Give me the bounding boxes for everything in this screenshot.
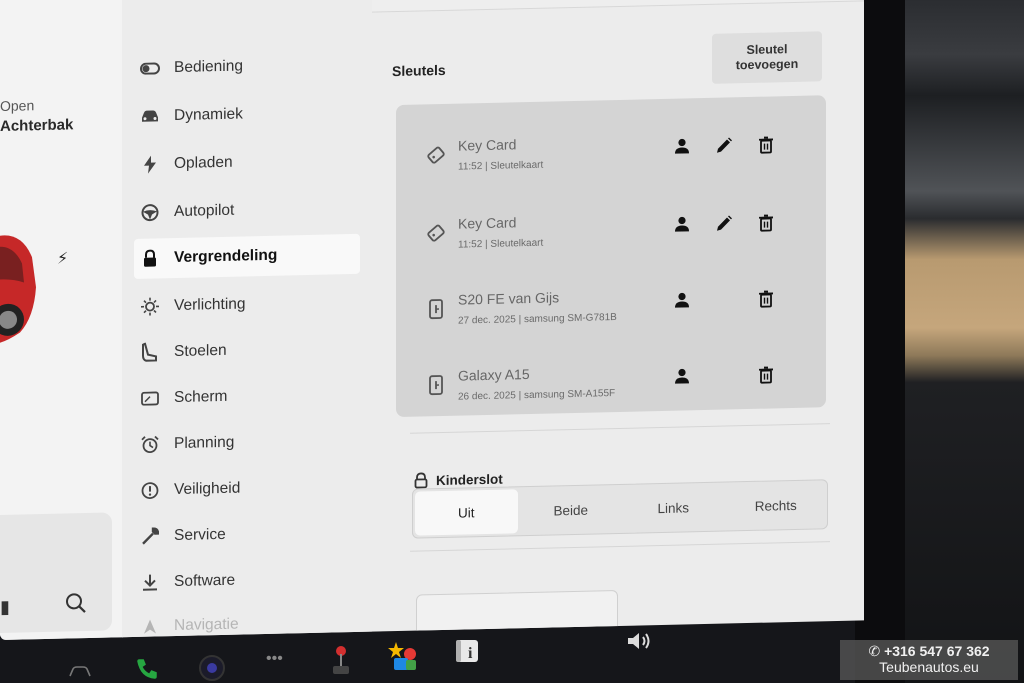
add-key-label-2: toevoegen — [735, 56, 799, 73]
dealer-site: Teubenautos.eu — [879, 659, 979, 675]
keys-list: Key Card 11:52 | Sleutelkaart Key Card 1… — [396, 95, 826, 418]
trash-icon[interactable] — [756, 364, 776, 384]
menu-item-scherm[interactable]: Scherm — [134, 374, 360, 419]
touchscreen: Open Achterbak ⚡ ▮ Bediening Dynamiek Op… — [0, 0, 864, 641]
car-image — [0, 235, 36, 344]
info-manual-icon[interactable]: i — [454, 638, 480, 664]
menu-label: Stoelen — [174, 341, 227, 361]
download-icon — [138, 570, 162, 595]
edit-pencil-icon[interactable] — [714, 135, 734, 155]
menu-label: Software — [174, 571, 236, 591]
user-icon[interactable] — [672, 136, 692, 156]
menu-label: Scherm — [174, 387, 228, 407]
lock-settings-content: Sleutels Sleutel toevoegen Key Card 11:5… — [380, 0, 850, 640]
menu-item-dynamiek[interactable]: Dynamiek — [134, 92, 360, 137]
child-lock-option-uit[interactable]: Uit — [415, 489, 518, 536]
key-row[interactable]: Key Card 11:52 | Sleutelkaart — [396, 117, 826, 191]
more-dots-icon[interactable]: ••• — [266, 650, 283, 668]
alert-circle-icon — [138, 478, 162, 503]
key-card-icon — [427, 224, 445, 242]
bolt-icon — [138, 152, 162, 177]
edit-pencil-icon[interactable] — [714, 213, 734, 233]
alarm-clock-icon — [138, 432, 162, 457]
section-divider — [410, 541, 830, 552]
charging-bolt-icon: ⚡ — [57, 250, 69, 268]
car-panel: Open Achterbak ⚡ ▮ — [0, 0, 123, 641]
key-card-icon — [427, 146, 445, 164]
menu-label: Service — [174, 525, 226, 545]
trash-icon[interactable] — [756, 134, 776, 154]
lock-icon — [138, 246, 162, 271]
phone-icon[interactable] — [134, 656, 160, 682]
menu-item-service[interactable]: Service — [134, 512, 360, 557]
taskbar: ••• i — [0, 612, 860, 683]
user-icon[interactable] — [672, 214, 692, 234]
menu-item-vergrendeling[interactable]: Vergrendeling — [134, 233, 360, 279]
menu-label: Vergrendeling — [174, 246, 278, 267]
menu-label: Dynamiek — [174, 105, 243, 125]
child-lock-label: Kinderslot — [436, 471, 503, 488]
menu-item-stoelen[interactable]: Stoelen — [134, 328, 360, 373]
key-name: Key Card — [458, 214, 517, 232]
phone-key-icon — [429, 299, 443, 320]
menu-label: Bediening — [174, 57, 243, 77]
menu-item-planning[interactable]: Planning — [134, 420, 360, 465]
menu-label: Verlichting — [174, 295, 246, 315]
dealer-phone: +316 547 67 362 — [884, 643, 990, 659]
key-row[interactable]: Galaxy A15 26 dec. 2025 | samsung SM-A15… — [396, 347, 826, 421]
settings-menu: Bediening Dynamiek Opladen Autopilot Ver… — [122, 0, 372, 641]
trash-icon[interactable] — [756, 212, 776, 232]
toggle-icon — [138, 56, 162, 81]
add-key-label-1: Sleutel — [746, 42, 788, 58]
keys-section-title: Sleutels — [392, 61, 446, 80]
lock-icon — [414, 472, 428, 489]
child-lock-option-beide[interactable]: Beide — [520, 485, 623, 535]
key-details: 11:52 | Sleutelkaart — [458, 159, 544, 173]
menu-label: Veiligheid — [174, 479, 241, 499]
camera-icon[interactable] — [198, 654, 226, 682]
key-details: 11:52 | Sleutelkaart — [458, 237, 544, 251]
key-row[interactable]: S20 FE van Gijs 27 dec. 2025 | samsung S… — [396, 271, 826, 345]
dealer-watermark: ✆ +316 547 67 362 Teubenautos.eu — [840, 640, 1018, 680]
menu-item-veiligheid[interactable]: Veiligheid — [134, 466, 360, 511]
add-key-button[interactable]: Sleutel toevoegen — [712, 31, 822, 84]
joystick-icon[interactable] — [330, 644, 352, 676]
menu-label: Opladen — [174, 153, 233, 173]
whatsapp-icon: ✆ — [868, 643, 881, 659]
sun-icon — [138, 294, 162, 319]
menu-item-verlichting[interactable]: Verlichting — [134, 282, 360, 327]
key-details: 27 dec. 2025 | samsung SM-G781B — [458, 312, 617, 327]
menu-item-autopilot[interactable]: Autopilot — [134, 188, 360, 233]
key-name: S20 FE van Gijs — [458, 289, 560, 308]
menu-label: Autopilot — [174, 201, 235, 221]
car-wireframe-icon[interactable] — [68, 664, 92, 680]
seat-icon — [138, 340, 162, 365]
user-icon[interactable] — [672, 290, 692, 310]
open-trunk-label[interactable]: Open — [0, 97, 34, 114]
menu-item-software[interactable]: Software — [134, 558, 360, 603]
toybox-icon[interactable] — [388, 640, 420, 672]
menu-item-bediening[interactable]: Bediening — [134, 44, 360, 89]
wrench-icon — [138, 524, 162, 549]
svg-text:i: i — [468, 645, 473, 662]
car-icon — [138, 104, 162, 129]
menu-item-opladen[interactable]: Opladen — [134, 140, 360, 185]
key-details: 26 dec. 2025 | samsung SM-A155F — [458, 388, 616, 403]
trash-icon[interactable] — [756, 288, 776, 308]
section-divider — [410, 423, 830, 434]
child-lock-option-links[interactable]: Links — [622, 483, 725, 533]
key-name: Galaxy A15 — [458, 365, 530, 384]
key-name: Key Card — [458, 136, 517, 154]
child-lock-option-rechts[interactable]: Rechts — [725, 480, 828, 530]
key-row[interactable]: Key Card 11:52 | Sleutelkaart — [396, 195, 826, 269]
trunk-label[interactable]: Achterbak — [0, 116, 73, 135]
volume-icon[interactable] — [626, 630, 654, 652]
child-lock-selector: Uit Beide Links Rechts — [412, 479, 828, 539]
steering-wheel-icon — [138, 200, 162, 225]
menu-label: Planning — [174, 433, 235, 453]
phone-key-icon — [429, 375, 443, 396]
user-icon[interactable] — [672, 366, 692, 386]
display-icon — [138, 386, 162, 411]
